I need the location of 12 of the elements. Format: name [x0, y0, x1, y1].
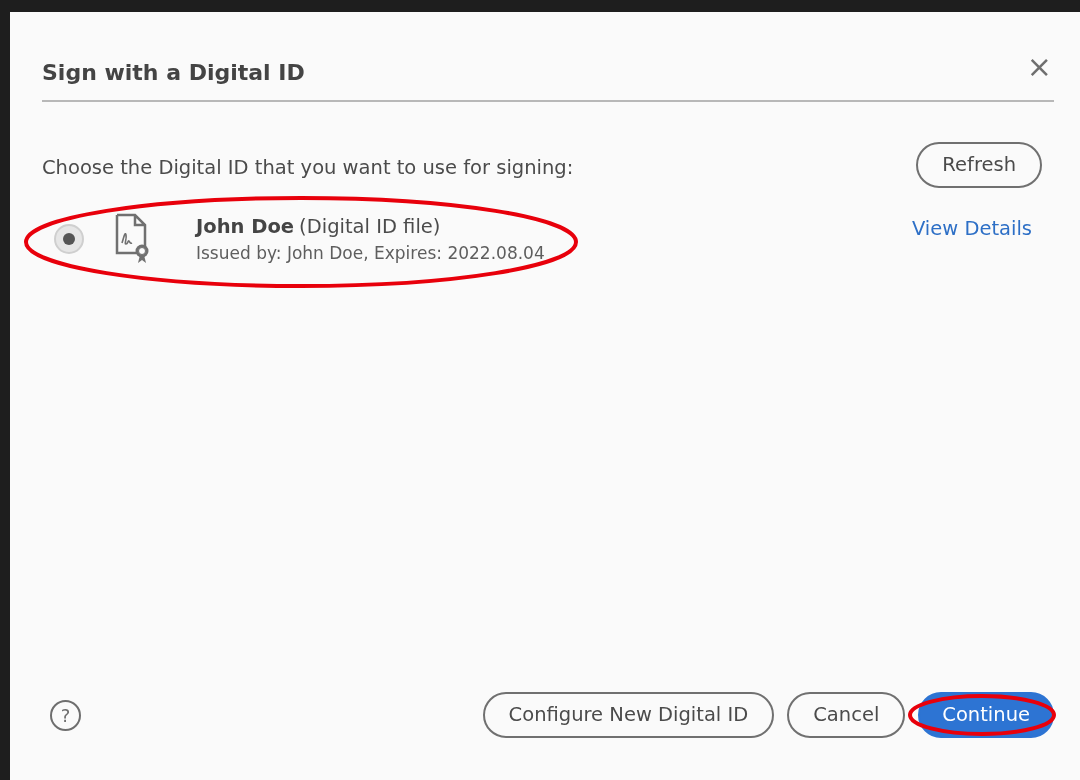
close-button[interactable]: × — [1024, 54, 1054, 80]
prompt-text: Choose the Digital ID that you want to use for signing: — [42, 155, 574, 181]
dialog-title: Sign with a Digital ID — [42, 59, 305, 87]
configure-button[interactable]: Configure New Digital ID — [482, 692, 775, 738]
id-name: John Doe — [196, 215, 294, 238]
help-button[interactable]: ? — [50, 699, 81, 731]
view-details-link[interactable]: View Details — [911, 214, 1032, 244]
radio-button[interactable] — [54, 224, 84, 255]
id-type: (Digital ID file) — [299, 215, 441, 238]
refresh-button[interactable]: Refresh — [916, 142, 1042, 188]
cancel-button[interactable]: Cancel — [787, 692, 906, 738]
id-details: Issued by: John Doe, Expires: 2022.08.04 — [196, 242, 545, 266]
